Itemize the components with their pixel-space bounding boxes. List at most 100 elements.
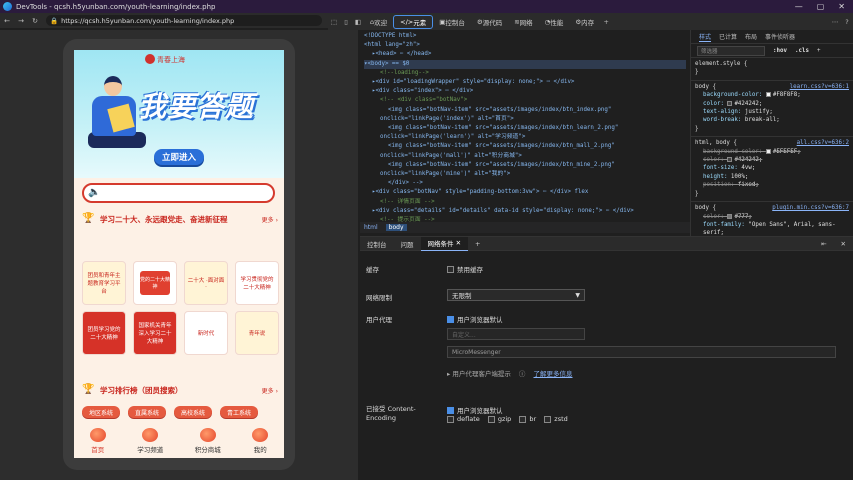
forward-arrow-icon[interactable]: → xyxy=(14,17,28,25)
device-toolbar-icon[interactable]: ▯ xyxy=(340,18,352,26)
style-rule[interactable]: html, body {all.css?v=636:2 background-co… xyxy=(691,137,853,203)
disable-cache-checkbox[interactable]: 禁用缓存 xyxy=(447,264,483,274)
more-tabs-plus-icon[interactable]: + xyxy=(600,18,612,26)
tab-console[interactable]: ▣ 控制台 xyxy=(433,15,471,29)
css-property[interactable]: height: 100%; xyxy=(695,173,849,181)
dom-node-line[interactable]: ▸<div id="loadingWrapper" style="display… xyxy=(364,78,686,87)
checkbox-icon[interactable] xyxy=(544,415,552,423)
checkbox-icon[interactable] xyxy=(487,415,495,423)
ranking-pill[interactable]: 地区系统 xyxy=(82,406,120,418)
help-icon[interactable]: ? xyxy=(841,18,853,26)
dom-node-line[interactable]: ▸<head> ⋯ </head> xyxy=(364,50,686,59)
dom-node-line[interactable]: <img class="botNav-item" src="assets/ima… xyxy=(364,124,686,133)
tab-performance[interactable]: ◔ 性能 xyxy=(539,15,570,29)
tab-computed[interactable]: 已计算 xyxy=(719,32,737,41)
minimize-button[interactable]: — xyxy=(795,2,803,11)
dom-node-line[interactable]: <!-- <div class="botNav"> xyxy=(364,96,686,105)
section-study-more-link[interactable]: 更多 › xyxy=(262,215,278,224)
back-arrow-icon[interactable]: ← xyxy=(0,17,14,25)
dom-node-line[interactable]: <img class="botNav-item" src="assets/ima… xyxy=(364,106,686,115)
close-button[interactable]: ✕ xyxy=(838,2,845,11)
css-property[interactable]: color: #424242; xyxy=(695,100,849,108)
tab-layout[interactable]: 布局 xyxy=(745,32,757,41)
dom-node-line[interactable]: <img class="botNav-item" src="assets/ima… xyxy=(364,161,686,170)
study-tile[interactable]: 国家机关青年深入学习二十大精神 xyxy=(133,311,177,355)
css-property[interactable]: text-align: justify; xyxy=(695,108,849,116)
sidebar-toggle-icon[interactable]: ◧ xyxy=(352,18,364,26)
tab-learning-channel[interactable]: 学习频道 xyxy=(137,428,163,454)
dom-node-line[interactable]: ▾<body> == $0 xyxy=(364,59,686,69)
class-toggle-button[interactable]: .cls xyxy=(795,48,809,54)
drawer-close-icon[interactable]: ✕ xyxy=(834,237,853,251)
dom-node-line[interactable]: onclick="linkPage('mine')" alt="我的"> xyxy=(364,170,686,179)
tab-styles[interactable]: 样式 xyxy=(699,32,712,42)
ranking-pill[interactable]: 直属系统 xyxy=(128,406,166,418)
learn-more-link[interactable]: 了解更多信息 xyxy=(534,368,573,378)
breadcrumb-html[interactable]: html xyxy=(364,224,378,231)
drawer-add-tab-button[interactable]: + xyxy=(468,237,487,251)
study-tile[interactable]: 青年说 xyxy=(235,311,279,355)
css-property[interactable]: color: #424242; xyxy=(695,156,849,164)
css-property[interactable]: font-size: 4vw; xyxy=(695,164,849,172)
styles-filter-input[interactable]: 筛选器 xyxy=(697,45,765,56)
dom-node-line[interactable]: onclick="linkPage('mall')" alt="积分商城"> xyxy=(364,152,686,161)
address-bar[interactable]: 🔒 https://qcsh.h5yunban.com/youth-learni… xyxy=(46,15,322,26)
color-swatch-icon[interactable] xyxy=(727,157,733,163)
study-tile[interactable]: 党的二十大精神 xyxy=(133,261,177,305)
tab-event-listeners[interactable]: 事件侦听器 xyxy=(765,32,795,41)
drawer-tab-issues[interactable]: 问题 xyxy=(394,237,421,251)
rule-source-link[interactable]: plugin.min.css?v=636:7 xyxy=(772,204,849,212)
rule-source-link[interactable]: learn.css?v=636:1 xyxy=(790,83,849,91)
throttle-select[interactable]: 无限制 ▼ xyxy=(447,289,585,301)
dom-node-line[interactable]: ▸<div class="botNav" style="padding-bott… xyxy=(364,188,686,197)
inspect-icon[interactable]: ⬚ xyxy=(328,18,340,26)
dom-node-line[interactable]: <!-- 详情页面 --> xyxy=(364,198,686,207)
style-rule[interactable]: element.style {} xyxy=(691,58,853,81)
study-tile[interactable]: 学习贯彻党的二十大精神 xyxy=(235,261,279,305)
css-property[interactable]: color: #777; xyxy=(695,213,849,221)
tab-network[interactable]: ≋ 网络 xyxy=(508,15,538,29)
dom-node-line[interactable]: <img class="botNav-item" src="assets/ima… xyxy=(364,142,686,151)
dom-node-line[interactable]: ▸<div class="index"> ⋯ </div> xyxy=(364,87,686,96)
new-rule-button[interactable]: + xyxy=(817,48,821,54)
color-swatch-icon[interactable] xyxy=(727,213,733,219)
css-property[interactable]: background-color: #F8F8F8; xyxy=(695,91,849,99)
section-ranking-more-link[interactable]: 更多 › xyxy=(262,386,278,395)
hover-state-button[interactable]: :hov xyxy=(773,48,787,54)
style-rule[interactable]: body {learn.css?v=636:1 background-color:… xyxy=(691,81,853,138)
checkbox-icon[interactable] xyxy=(519,415,527,423)
study-tile[interactable]: 团员和青年主题教育学习平台 xyxy=(82,261,126,305)
tab-home[interactable]: 首页 xyxy=(89,428,106,454)
study-tile[interactable]: 团员学习党的二十大精神 xyxy=(82,311,126,355)
ua-custom-input[interactable]: MicroMessenger xyxy=(447,346,836,358)
css-property[interactable]: background-color: #EFEFEF; xyxy=(695,148,849,156)
tab-welcome[interactable]: ⌂ 欢迎 xyxy=(364,15,393,29)
css-property[interactable]: word-break: break-all; xyxy=(695,116,849,124)
drawer-tab-network-conditions[interactable]: 网络条件 ✕ xyxy=(420,236,469,251)
tab-elements[interactable]: </> 元素 xyxy=(393,14,434,29)
study-tile[interactable]: 二十大 ·面对面· xyxy=(184,261,228,305)
dom-node-line[interactable]: ▸<div class="details" id="details" data-… xyxy=(364,207,686,216)
ranking-pill[interactable]: 青工系统 xyxy=(220,406,258,418)
more-options-icon[interactable]: ⋯ xyxy=(829,18,841,26)
elements-tree[interactable]: <!DOCTYPE html> <html lang="zh"> ▸<head> ⋯… xyxy=(360,30,690,232)
tab-points-mall[interactable]: 积分商城 xyxy=(195,428,221,454)
breadcrumb-body[interactable]: body xyxy=(385,224,407,231)
ua-default-checkbox[interactable]: 用户浏览器默认 xyxy=(447,314,503,324)
checkbox-icon[interactable] xyxy=(447,415,454,423)
study-tile[interactable]: 新时代 xyxy=(184,311,228,355)
maximize-button[interactable]: ▢ xyxy=(817,2,825,11)
encoding-default-checkbox[interactable]: 用户浏览器默认 xyxy=(447,405,503,415)
dom-node-line[interactable]: <!DOCTYPE html> xyxy=(364,32,686,41)
tab-sources[interactable]: ⚙ 源代码 xyxy=(471,15,508,29)
reload-icon[interactable]: ↻ xyxy=(28,17,42,25)
enter-now-button[interactable]: 立即进入 xyxy=(154,149,204,165)
dom-node-line[interactable]: onclick="linkPage('learn')" alt="学习频道"> xyxy=(364,133,686,142)
css-property[interactable]: position: fixed; xyxy=(695,181,849,189)
tab-memory[interactable]: ⚙ 内存 xyxy=(569,15,600,29)
drawer-tab-console[interactable]: 控制台 xyxy=(360,237,394,251)
dom-node-line[interactable]: </div> --> xyxy=(364,179,686,188)
ua-client-hints-toggle[interactable]: ▸ 用户代理客户端提示 ⓘ 了解更多信息 xyxy=(447,368,573,378)
dom-node-line[interactable]: onclick="linkPage('index')" alt="首页"> xyxy=(364,115,686,124)
tab-mine[interactable]: 我的 xyxy=(252,428,269,454)
